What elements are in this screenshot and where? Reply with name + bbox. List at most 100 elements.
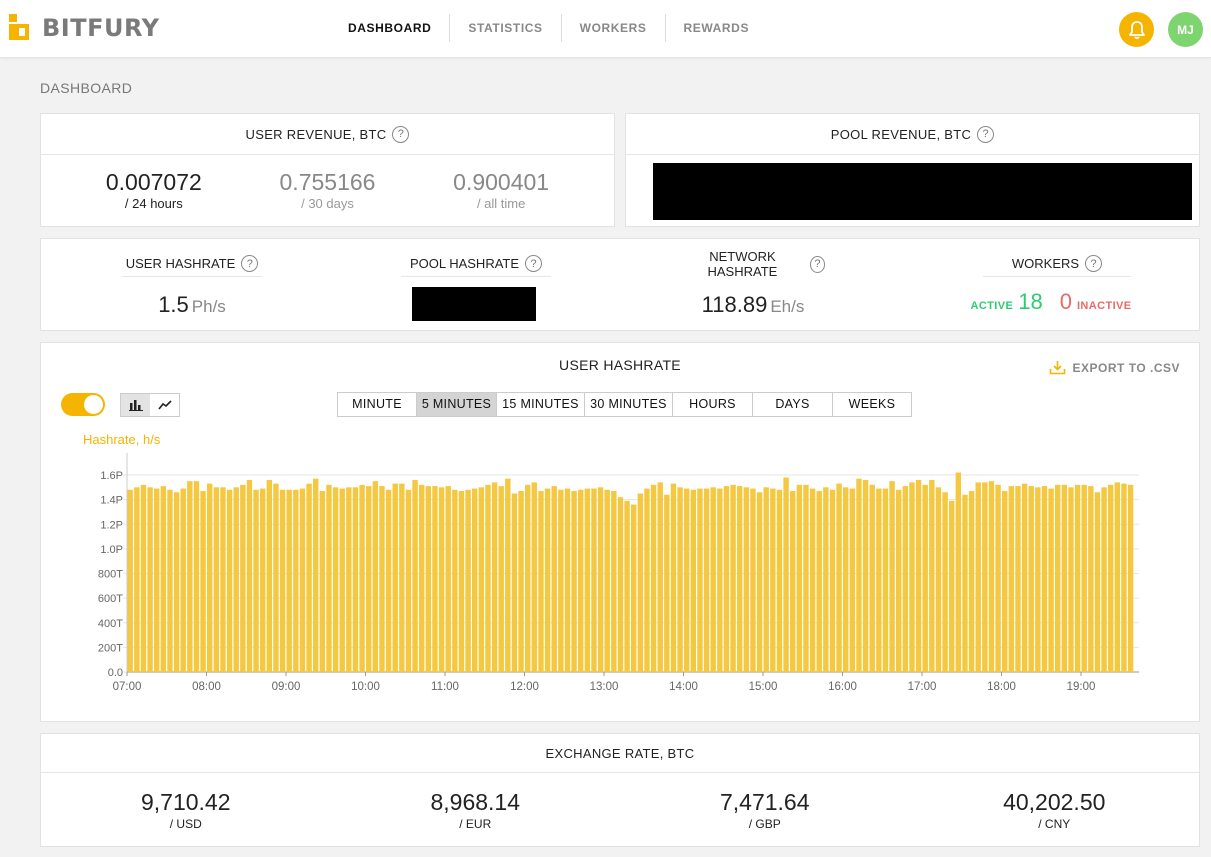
rate-value: 40,202.50 [1003,789,1106,815]
rate-value: 8,968.14 [430,789,521,815]
x-tick-label: 14:00 [669,681,698,693]
y-tick-label: 1.0P [100,544,123,556]
nav-rewards[interactable]: REWARDS [664,14,768,42]
hashrate-bar [134,487,140,672]
hashrate-bar [1021,483,1028,672]
hashrate-bar [909,482,915,672]
hashrate-bar [273,483,279,672]
hashrate-bar [1048,488,1054,672]
hashrate-bar [770,488,776,672]
x-tick-label: 19:00 [1067,681,1096,693]
x-tick-label: 10:00 [351,681,380,693]
hashrate-bar [962,494,968,672]
hashrate-bar [511,493,518,672]
hashrate-bar [452,489,458,672]
help-icon[interactable]: ? [809,255,825,273]
network-hashrate-value-row: 118.89 Eh/s [681,292,825,318]
hashrate-bar [260,488,266,672]
x-tick-label: 07:00 [113,681,142,693]
rate-cny: 40,202.50 / CNY [944,789,1164,833]
y-tick-label: 1.2P [100,519,123,531]
help-icon[interactable]: ? [525,255,543,272]
hashrate-bar [730,484,736,672]
hashrate-bar [750,488,756,672]
logo[interactable]: BITFURY [9,12,160,44]
rate-usd: 9,710.42 / USD [76,789,296,833]
redacted-block [653,163,1192,220]
exchange-rate-card: EXCHANGE RATE, BTC 9,710.42 / USD 8,968.… [40,733,1200,847]
revenue-all-time: 0.900401 / all time [421,169,581,213]
hashrate-bar [193,481,200,672]
hashrate-bar [531,482,538,672]
hashrate-bar [862,479,869,672]
hashrate-bar [1002,491,1008,672]
nav-dashboard[interactable]: DASHBOARD [330,14,449,42]
hashrate-bar [849,488,856,672]
revenue-value: 0.007072 [105,169,202,195]
exchange-title: EXCHANGE RATE, BTC [545,745,695,761]
nav-workers[interactable]: WORKERS [560,14,665,42]
hashrate-bar [173,492,180,672]
hashrate-bar [657,482,663,672]
help-icon[interactable]: ? [241,255,259,272]
x-tick-label: 13:00 [590,681,619,693]
hashrate-bar [399,483,405,672]
hashrate-bar [167,489,173,672]
x-tick-label: 08:00 [192,681,221,693]
x-tick-label: 09:00 [272,681,301,693]
network-hashrate-stat: NETWORK HASHRATE ? 118.89 Eh/s [681,239,825,331]
hashrate-bar [988,481,995,672]
hashrate-bar [968,491,975,672]
hashrate-bar [763,487,769,672]
hashrate-bar [246,479,253,672]
hashrate-bar [226,489,233,672]
rate-eur: 8,968.14 / EUR [365,789,585,833]
hashrate-bar [1055,484,1061,672]
hashrate-bar [518,491,524,672]
y-tick-label: 0.0 [108,667,123,679]
revenue-value: 0.900401 [453,169,550,195]
hashrate-bar [856,478,862,672]
hashrate-bar [836,483,842,672]
hashrate-bar [240,484,246,672]
x-tick-label: 11:00 [431,681,459,693]
hashrate-bar [670,483,677,672]
hashrate-bar [498,486,504,672]
help-icon[interactable]: ? [392,125,410,143]
hashrate-bar [591,488,597,672]
hashrate-bar [975,482,981,672]
user-avatar[interactable]: MJ [1168,12,1203,47]
user-hashrate-header: USER HASHRATE ? [122,251,262,277]
hashrate-bar [438,487,445,672]
workers-stat: WORKERS ? ACTIVE 18 0 INACTIVE [970,239,1132,331]
hashrate-bar [432,486,438,672]
y-tick-label: 1.6P [100,470,123,482]
hashrate-bar [127,489,133,672]
nav-statistics[interactable]: STATISTICS [449,14,560,42]
hashrate-bar [1094,492,1101,672]
user-hashrate-value-row: 1.5 Ph/s [122,292,262,318]
hashrate-bar [935,487,942,672]
hashrate-bar [982,482,988,672]
workers-title: WORKERS [1011,256,1080,271]
hashrate-bar [154,488,160,672]
hashrate-bar [180,488,186,672]
notifications-button[interactable] [1119,12,1154,47]
hashrate-bar [286,489,292,672]
pool-revenue-header: POOL REVENUE, BTC ? [626,114,1199,155]
hashrate-bar [650,484,657,672]
hashrate-bar [525,484,531,672]
hashrate-bar [551,486,557,672]
hashrate-bar [876,488,882,672]
hashrate-bar [1035,487,1041,672]
inactive-label: INACTIVE [1076,300,1132,312]
user-revenue-header: USER REVENUE, BTC ? [41,114,614,155]
active-label: ACTIVE [970,300,1014,312]
hashrate-bar [843,487,849,672]
help-icon[interactable]: ? [1085,255,1103,272]
hashrate-bar [1068,487,1074,672]
hashrate-bar [578,489,584,672]
help-icon[interactable]: ? [977,125,995,143]
hashrate-bar [1028,486,1034,672]
y-tick-label: 1.4P [100,495,123,507]
